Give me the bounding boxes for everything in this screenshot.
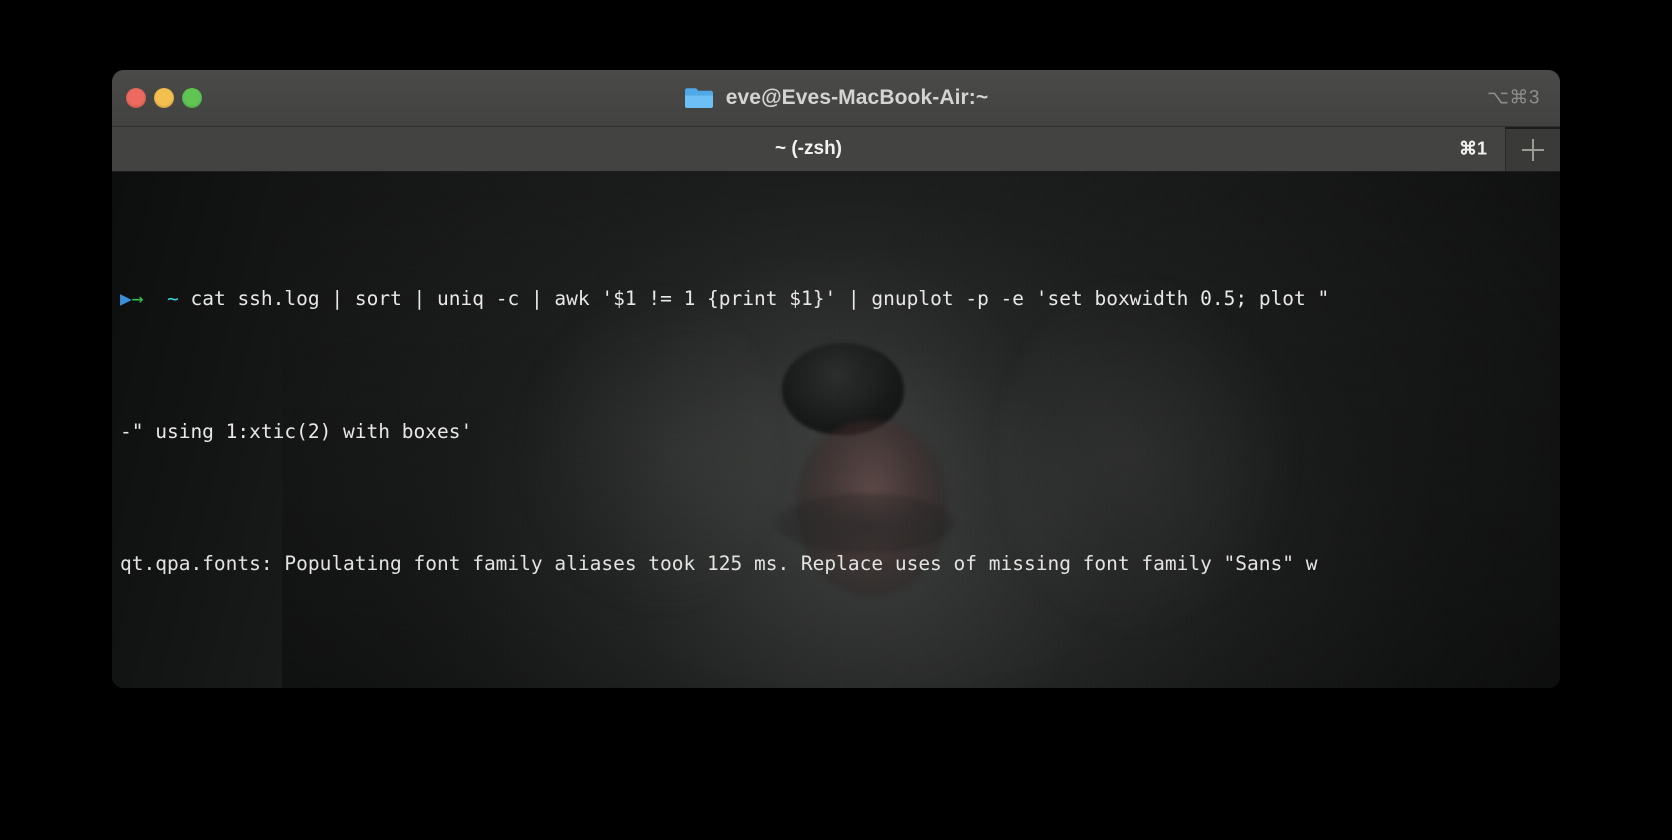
window-titlebar[interactable]: eve@Eves-MacBook-Air:~ ⌥⌘3 [112,70,1560,127]
terminal-screen[interactable]: ▶→ ~ cat ssh.log | sort | uniq -c | awk … [112,172,1560,688]
command-text: cat ssh.log | sort | uniq -c | awk '$1 !… [190,287,1330,310]
plus-icon [1522,139,1544,161]
screen-root: eve@Eves-MacBook-Air:~ ⌥⌘3 ~ (-zsh) ⌘1 ▶… [0,0,1672,840]
tab-label: ~ (-zsh) [774,138,843,159]
prompt-path: ~ [166,287,179,310]
output-text: qt.qpa.fonts: Populating font family ali… [120,552,1318,575]
terminal-output: ▶→ ~ cat ssh.log | sort | uniq -c | awk … [112,172,1560,688]
page-title: eve@Eves-MacBook-Air:~ [725,86,989,109]
output-wrap-text: ith one that exists to avoid this cost. [120,685,578,689]
terminal-line: ith one that exists to avoid this cost. [112,684,1560,689]
new-tab-button[interactable] [1505,127,1560,171]
prompt-arrow-green-icon: → [131,287,144,310]
tab-bar: ~ (-zsh) ⌘1 [112,127,1560,172]
prompt-gap-2 [179,287,191,310]
folder-icon [684,86,714,110]
traffic-lights [126,88,202,108]
window-title-group: eve@Eves-MacBook-Air:~ [112,70,1560,126]
prompt-gap [144,287,167,310]
close-button[interactable] [126,88,146,108]
terminal-line: qt.qpa.fonts: Populating font family ali… [112,551,1560,578]
window-shortcut-label: ⌥⌘3 [1487,87,1540,109]
command-wrap-text: -" using 1:xtic(2) with boxes' [120,419,473,443]
prompt-arrow-blue-icon: ▶ [120,287,132,310]
tab-zsh[interactable]: ~ (-zsh) ⌘1 [112,127,1505,171]
terminal-window: eve@Eves-MacBook-Air:~ ⌥⌘3 ~ (-zsh) ⌘1 ▶… [112,70,1560,688]
maximize-button[interactable] [182,88,202,108]
terminal-line: ▶→ ~ cat ssh.log | sort | uniq -c | awk … [112,286,1560,313]
terminal-line: -" using 1:xtic(2) with boxes' [112,419,1560,446]
tab-shortcut-label: ⌘1 [1458,138,1487,159]
minimize-button[interactable] [154,88,174,108]
